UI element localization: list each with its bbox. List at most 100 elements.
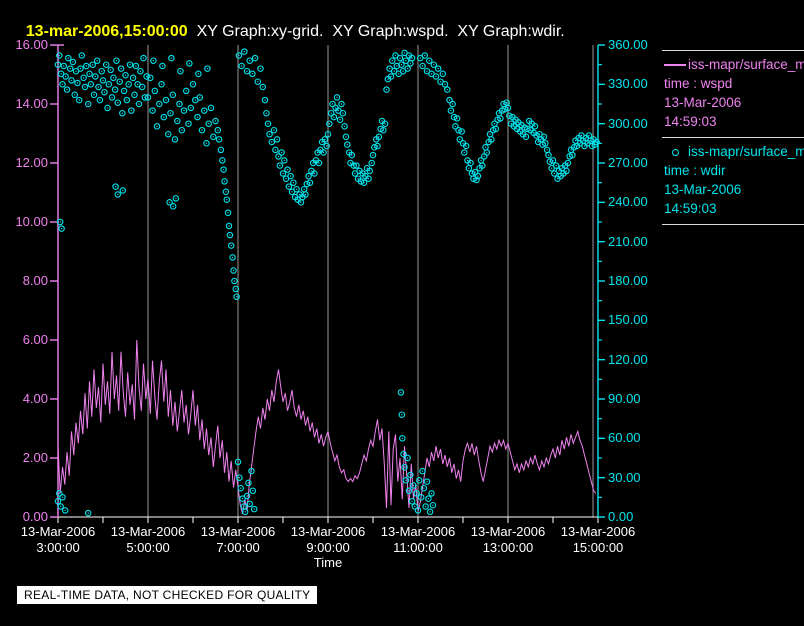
wdir-scatter-point-center — [463, 151, 465, 154]
legend-entry-wdir: iss-mapr/surface_m time : wdir 13-Mar-2006… — [662, 138, 804, 225]
wdir-scatter-point-center — [570, 149, 572, 151]
wdir-scatter-point-center — [319, 149, 322, 151]
wdir-scatter-point-center — [435, 75, 437, 78]
legend-source-name: iss-mapr/surface_m — [688, 144, 804, 159]
wdir-scatter-point-center — [187, 123, 190, 125]
wdir-scatter-point-center — [225, 191, 227, 193]
wdir-scatter-point-center — [74, 94, 76, 96]
wdir-scatter-point-center — [385, 88, 388, 91]
wdir-scatter-point-center — [371, 162, 373, 164]
wdir-scatter-point-center — [72, 61, 74, 63]
y-left-tick-label: 12.00 — [15, 155, 48, 170]
wdir-scatter-point-center — [307, 175, 310, 177]
wdir-scatter-point-center — [399, 57, 401, 59]
wdir-scatter-point-center — [167, 133, 169, 135]
wdir-scatter-point-center — [64, 75, 67, 78]
wdir-scatter-point-center — [199, 96, 201, 99]
wdir-scatter-point-center — [303, 188, 305, 190]
x-tick-time-label: 13:00:00 — [482, 540, 534, 555]
wdir-scatter-point-center — [228, 225, 230, 227]
wdir-scatter-point-center — [421, 470, 424, 472]
wdir-scatter-point-center — [75, 70, 77, 72]
wdir-scatter-point-center — [315, 159, 317, 162]
wdir-scatter-point-center — [513, 125, 515, 128]
wdir-scatter-point-center — [418, 479, 420, 481]
wdir-scatter-point-center — [160, 83, 163, 86]
wdir-scatter-point-center — [493, 123, 496, 125]
wdir-scatter-point-center — [58, 492, 60, 495]
wdir-scatter-point-center — [130, 109, 132, 112]
wdir-scatter-point-center — [310, 170, 313, 172]
legend-entry-wspd: iss-mapr/surface_m time : wspd 13-Mar-2006… — [662, 51, 804, 138]
wdir-scatter-point-center — [252, 490, 254, 492]
wdir-scatter-point-center — [84, 86, 86, 88]
wdir-scatter-point-center — [168, 201, 171, 203]
wdir-scatter-point-center — [461, 130, 463, 133]
wdir-scatter-point-center — [99, 99, 101, 101]
wdir-scatter-point-center — [243, 505, 245, 508]
wdir-scatter-point-center — [223, 180, 226, 183]
wdir-scatter-point-center — [369, 170, 371, 172]
legend-time: 14:59:03 — [664, 114, 717, 129]
wdir-scatter-point-center — [405, 60, 407, 62]
wdir-scatter-point-center — [251, 73, 254, 75]
wdir-scatter-point-center — [355, 164, 358, 167]
wdir-scatter-point-center — [174, 138, 176, 141]
wdir-scatter-point-center — [376, 145, 379, 147]
wdir-scatter-point-center — [117, 102, 119, 104]
wdir-scatter-point-center — [486, 151, 488, 154]
wdir-scatter-point-center — [111, 96, 113, 99]
wdir-scatter-point-center — [61, 83, 64, 86]
wdir-scatter-point-center — [300, 201, 302, 203]
y-left-tick-label: 0.00 — [22, 509, 48, 524]
wdir-scatter-point-center — [345, 136, 347, 138]
wdir-scatter-point-center — [90, 83, 92, 86]
wdir-scatter-point-center — [175, 197, 177, 200]
wdir-scatter-point-center — [88, 73, 91, 75]
wdir-scatter-point-center — [520, 124, 523, 126]
wdir-scatter-point-center — [403, 466, 406, 468]
wdir-scatter-point-center — [126, 99, 128, 101]
wdir-scatter-point-center — [221, 159, 223, 162]
wdir-scatter-point-center — [66, 88, 68, 91]
wdir-scatter-point-center — [181, 129, 183, 131]
wdir-scatter-point-center — [119, 81, 121, 83]
wdir-scatter-point-center — [401, 414, 403, 416]
x-tick-date-label: 13-Mar-2006 — [200, 524, 276, 539]
wdir-scatter-point-center — [265, 112, 268, 114]
wdir-scatter-point-center — [468, 167, 470, 169]
wdir-scatter-point-center — [401, 437, 403, 439]
wdir-scatter-point-center — [480, 159, 482, 162]
y-right-tick-label: 120.00 — [608, 351, 648, 367]
wdir-scatter-point-center — [343, 125, 346, 128]
wdir-scatter-point-center — [546, 149, 548, 151]
wdir-scatter-point-center — [412, 484, 415, 487]
wdir-scatter-point-center — [222, 168, 225, 171]
wdir-scatter-point-center — [115, 60, 118, 62]
wdir-scatter-point-center — [246, 495, 248, 497]
wdir-scatter-point-center — [408, 54, 410, 57]
y-left-tick-label: 10.00 — [15, 214, 48, 229]
wdir-scatter-point-center — [442, 73, 444, 75]
wdir-scatter-point-center — [87, 103, 89, 105]
wdir-scatter-point-center — [456, 117, 458, 120]
wdir-scatter-point-center — [405, 479, 407, 481]
wdir-scatter-point-center — [67, 57, 70, 59]
wdir-scatter-point-center — [250, 470, 253, 472]
wdir-scatter-point-center — [97, 86, 100, 88]
wdir-scatter-point-center — [59, 221, 61, 223]
wdir-scatter-point-center — [483, 155, 485, 158]
wdir-scatter-point-center — [402, 70, 404, 72]
wdir-scatter-point-center — [556, 178, 559, 180]
wdir-scatter-point-center — [444, 83, 446, 86]
x-tick-time-label: 9:00:00 — [306, 540, 350, 555]
wdir-scatter-point-center — [495, 128, 497, 130]
wdir-scatter-point-center — [469, 162, 472, 164]
wdir-scatter-point-center — [57, 63, 59, 66]
wdir-scatter-point-center — [588, 134, 590, 137]
wdir-scatter-point-center — [555, 164, 557, 167]
wdir-scatter-point-center — [579, 142, 581, 144]
wdir-scatter-point-center — [309, 182, 311, 184]
wdir-scatter-point-center — [108, 83, 110, 86]
wdir-scatter-point-center — [280, 151, 283, 154]
